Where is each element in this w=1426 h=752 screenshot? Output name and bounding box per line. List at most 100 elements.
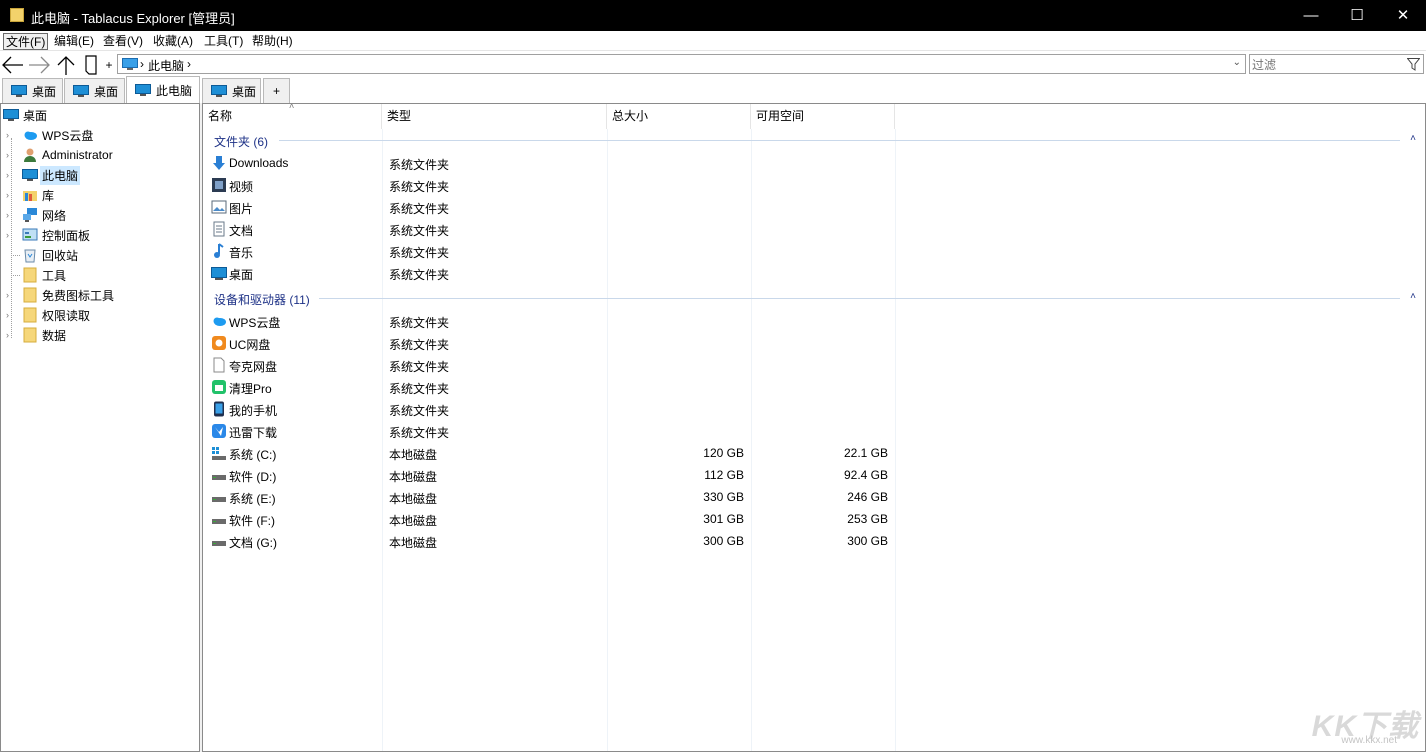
list-item[interactable]: 桌面 系统文件夹 <box>203 262 1103 284</box>
breadcrumb-this-pc[interactable]: 此电脑 <box>148 57 184 74</box>
music-icon <box>214 243 224 258</box>
expand-chevron-icon[interactable]: › <box>6 330 9 340</box>
menu-help[interactable]: 帮助(H) <box>250 33 295 50</box>
cloud-icon <box>213 317 226 326</box>
tab-desktop-2[interactable]: 桌面 <box>64 78 125 103</box>
list-item[interactable]: 软件 (D:) 本地磁盘 112 GB 92.4 GB <box>203 464 1103 486</box>
recycle-bin-icon <box>24 249 36 263</box>
expand-chevron-icon[interactable]: › <box>6 170 9 180</box>
back-arrow-icon[interactable] <box>1 53 25 76</box>
tree-item-control-panel[interactable]: › 控制面板 <box>1 225 199 245</box>
file-list: 名称 ˄ 类型 总大小 可用空间 文件夹 (6) ˄ Downloads 系统文… <box>202 103 1426 752</box>
list-item[interactable]: 夸克网盘 系统文件夹 <box>203 354 1103 376</box>
expand-chevron-icon[interactable]: › <box>6 210 9 220</box>
list-item[interactable]: UC网盘 系统文件夹 <box>203 332 1103 354</box>
menu-file[interactable]: 文件(F) <box>3 33 49 50</box>
tree-label: 桌面 <box>23 108 48 123</box>
collapse-chevron-icon[interactable]: ˄ <box>1410 291 1416 302</box>
expand-chevron-icon[interactable]: › <box>6 150 9 160</box>
menu-edit[interactable]: 编辑(E) <box>52 33 96 50</box>
tab-label: 此电脑 <box>156 83 193 98</box>
document-icon <box>213 221 225 237</box>
breadcrumb-separator[interactable]: › <box>140 57 144 71</box>
expand-chevron-icon[interactable]: › <box>6 310 9 320</box>
list-item[interactable]: 系统 (E:) 本地磁盘 330 GB 246 GB <box>203 486 1103 508</box>
library-icon <box>23 191 37 201</box>
monitor-icon <box>11 85 27 97</box>
list-item[interactable]: 我的手机 系统文件夹 <box>203 398 1103 420</box>
desktop-icon <box>211 267 227 280</box>
user-icon <box>24 148 36 162</box>
tab-desktop-1[interactable]: 桌面 <box>2 78 63 103</box>
filter-box[interactable] <box>1249 54 1424 74</box>
tab-label: 桌面 <box>94 84 119 99</box>
collapse-chevron-icon[interactable]: ˄ <box>1410 133 1416 144</box>
tab-desktop-right[interactable]: 桌面 <box>202 78 261 103</box>
address-bar[interactable]: › 此电脑 › ⌄ <box>117 54 1246 74</box>
tree-item-data[interactable]: › 数据 <box>1 325 199 345</box>
tab-label: 桌面 <box>32 84 57 99</box>
tree-item-free-icon-tools[interactable]: › 免费图标工具 <box>1 285 199 305</box>
monitor-icon <box>73 85 89 97</box>
sort-up-icon: ˄ <box>289 103 295 111</box>
maximize-button[interactable]: ☐ <box>1334 0 1380 31</box>
drive-icon <box>212 475 226 480</box>
title-bar: 此电脑 - Tablacus Explorer [管理员] — ☐ ✕ <box>0 0 1426 31</box>
up-arrow-icon[interactable] <box>54 53 78 76</box>
close-button[interactable]: ✕ <box>1380 0 1426 31</box>
tree-item-administrator[interactable]: › Administrator <box>1 145 199 165</box>
monitor-icon <box>3 109 19 121</box>
group-header-folders[interactable]: 文件夹 (6) <box>214 133 268 150</box>
bookmark-icon[interactable] <box>80 53 102 76</box>
list-item[interactable]: 文档 系统文件夹 <box>203 218 1103 240</box>
tree-item-this-pc[interactable]: › 此电脑 <box>1 165 199 185</box>
tree-item-permission-read[interactable]: › 权限读取 <box>1 305 199 325</box>
folder-icon <box>23 307 37 323</box>
tree-item-desktop-root[interactable]: 桌面 <box>1 105 199 125</box>
chevron-down-icon[interactable]: ⌄ <box>1233 57 1241 68</box>
minimize-button[interactable]: — <box>1288 0 1334 31</box>
expand-chevron-icon[interactable]: › <box>6 190 9 200</box>
filter-icon[interactable] <box>1407 58 1420 71</box>
expand-chevron-icon[interactable]: › <box>6 290 9 300</box>
tree-item-library[interactable]: › 库 <box>1 185 199 205</box>
system-drive-icon <box>212 447 226 460</box>
list-item[interactable]: 图片 系统文件夹 <box>203 196 1103 218</box>
tree-item-recycle-bin[interactable]: 回收站 <box>1 245 199 265</box>
list-item[interactable]: 软件 (F:) 本地磁盘 301 GB 253 GB <box>203 508 1103 530</box>
forward-arrow-icon[interactable] <box>27 53 51 76</box>
list-item[interactable]: 系统 (C:) 本地磁盘 120 GB 22.1 GB <box>203 442 1103 464</box>
menu-favorites[interactable]: 收藏(A) <box>151 33 195 50</box>
column-header-free-space[interactable]: 可用空间 <box>751 104 895 129</box>
new-tab-button[interactable]: + <box>263 78 290 103</box>
breadcrumb-separator-end[interactable]: › <box>187 57 191 71</box>
list-item[interactable]: 音乐 系统文件夹 <box>203 240 1103 262</box>
column-header-type[interactable]: 类型 <box>382 104 607 129</box>
add-favorite-button[interactable]: + <box>102 53 116 76</box>
tree-item-network[interactable]: › 网络 <box>1 205 199 225</box>
list-item[interactable]: 迅雷下载 系统文件夹 <box>203 420 1103 442</box>
list-item[interactable]: 文档 (G:) 本地磁盘 300 GB 300 GB <box>203 530 1103 552</box>
filter-input[interactable] <box>1252 57 1402 72</box>
folder-icon <box>23 327 37 343</box>
group-divider <box>319 298 1400 299</box>
phone-icon <box>214 401 224 417</box>
list-item[interactable]: WPS云盘 系统文件夹 <box>203 310 1103 332</box>
list-item[interactable]: 视频 系统文件夹 <box>203 174 1103 196</box>
menu-tools[interactable]: 工具(T) <box>202 33 245 50</box>
computer-icon <box>22 169 38 181</box>
monitor-icon <box>211 85 227 97</box>
list-item[interactable]: 清理Pro 系统文件夹 <box>203 376 1103 398</box>
group-header-devices[interactable]: 设备和驱动器 (11) <box>214 291 310 308</box>
group-divider <box>279 140 1400 141</box>
column-header-total-size[interactable]: 总大小 <box>607 104 751 129</box>
tab-label: 桌面 <box>232 84 257 99</box>
folder-icon <box>23 267 37 283</box>
tab-this-pc[interactable]: 此电脑 <box>126 76 200 103</box>
list-item[interactable]: Downloads 系统文件夹 <box>203 152 1103 174</box>
tree-item-wps-cloud[interactable]: › WPS云盘 <box>1 125 199 145</box>
menu-view[interactable]: 查看(V) <box>101 33 145 50</box>
tree-item-tools[interactable]: 工具 <box>1 265 199 285</box>
expand-chevron-icon[interactable]: › <box>6 230 9 240</box>
expand-chevron-icon[interactable]: › <box>6 130 9 140</box>
